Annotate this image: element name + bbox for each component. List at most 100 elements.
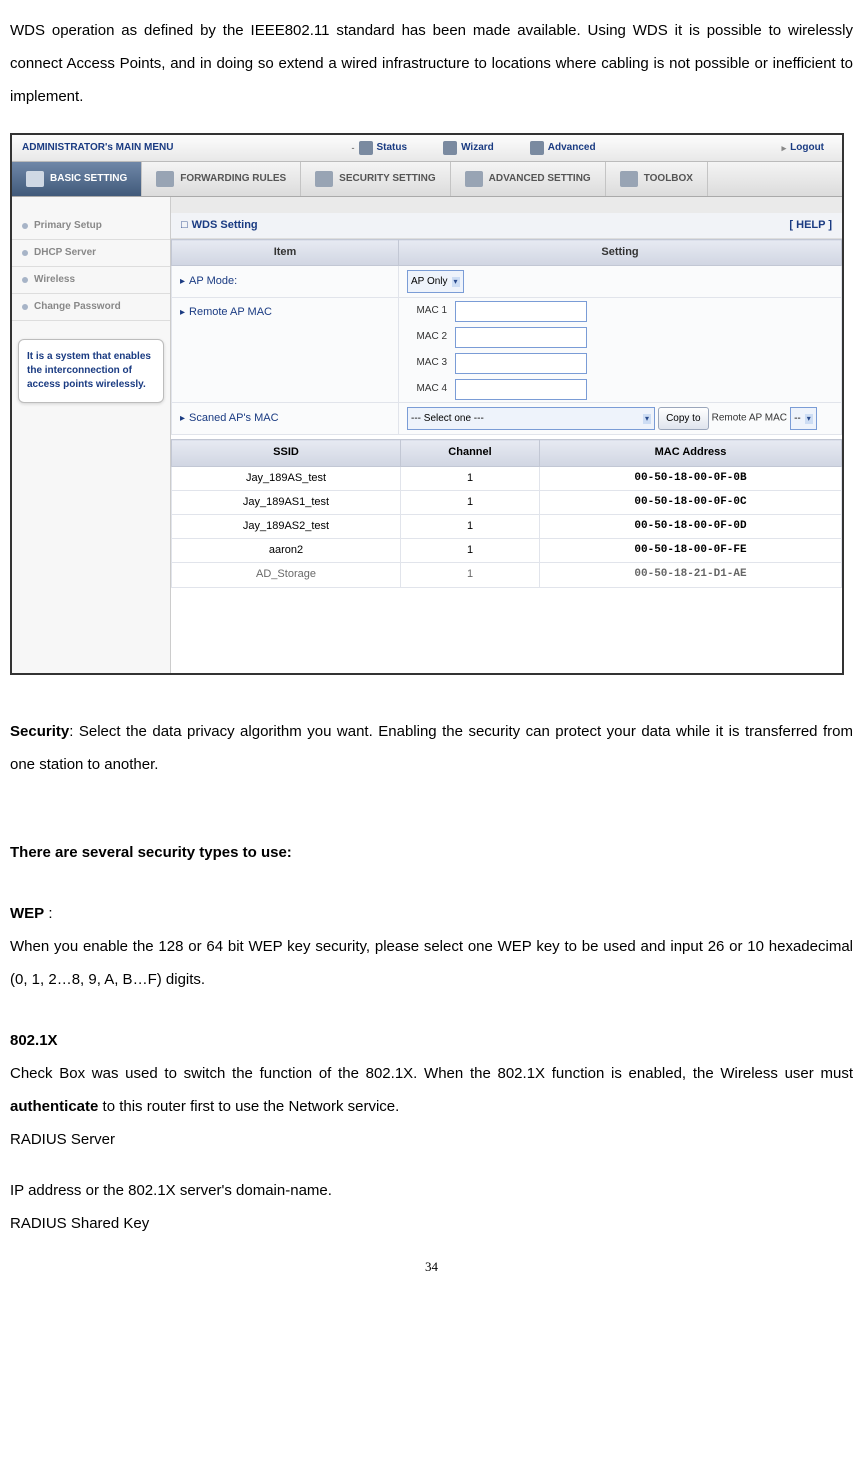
nav-forwarding-rules-label: FORWARDING RULES: [180, 173, 286, 185]
col-ssid: SSID: [172, 440, 401, 466]
table-row: Jay_189AS1_test100-50-18-00-0F-0C: [172, 490, 842, 514]
wep-body: When you enable the 128 or 64 bit WEP ke…: [10, 930, 853, 996]
cell-mac: 00-50-18-21-D1-AE: [540, 563, 842, 587]
intro-paragraph: WDS operation as defined by the IEEE802.…: [10, 14, 853, 113]
radius-shared-key-line: RADIUS Shared Key: [10, 1207, 853, 1240]
forwarding-icon: [156, 171, 174, 187]
security-head: Security: [10, 723, 69, 740]
nav-basic-setting-label: BASIC SETTING: [50, 173, 127, 185]
copy-to-button[interactable]: Copy to: [658, 407, 708, 430]
mac1-input[interactable]: [455, 301, 587, 322]
security-icon: [315, 171, 333, 187]
sidebar-item-dhcp-server[interactable]: DHCP Server: [12, 240, 170, 267]
8021x-body-2: to this router first to use the Network …: [98, 1098, 399, 1115]
mac2-input[interactable]: [455, 327, 587, 348]
nav-advanced-setting-label: ADVANCED SETTING: [489, 173, 591, 185]
authenticate-bold: authenticate: [10, 1098, 98, 1115]
admin-top-menu: ADMINISTRATOR's MAIN MENU -Status Wizard…: [12, 135, 842, 162]
cell-channel: 1: [401, 490, 540, 514]
nav-security-setting-label: SECURITY SETTING: [339, 173, 436, 185]
col-setting: Setting: [399, 240, 842, 266]
cell-channel: 1: [401, 539, 540, 563]
cell-ssid: Jay_189AS2_test: [172, 514, 401, 538]
8021x-body: Check Box was used to switch the functio…: [10, 1057, 853, 1123]
table-row: AD_Storage100-50-18-21-D1-AE: [172, 563, 842, 587]
scanned-ap-label: ▸Scaned AP's MAC: [172, 403, 399, 435]
page-number: 34: [10, 1260, 853, 1273]
remote-ap-mac-index-select[interactable]: -- ▾: [790, 407, 817, 430]
advanced-icon: [530, 141, 544, 155]
col-mac-address: MAC Address: [540, 440, 842, 466]
help-link[interactable]: [ HELP ]: [789, 219, 832, 232]
admin-main-menu-label: ADMINISTRATOR's MAIN MENU: [12, 142, 183, 154]
col-item: Item: [172, 240, 399, 266]
cell-mac: 00-50-18-00-0F-0D: [540, 514, 842, 538]
wizard-icon: [443, 141, 457, 155]
8021x-head: 802.1X: [10, 1024, 853, 1057]
security-paragraph: Security: Select the data privacy algori…: [10, 715, 853, 781]
radius-server-line: RADIUS Server: [10, 1123, 853, 1156]
cell-ssid: aaron2: [172, 539, 401, 563]
col-channel: Channel: [401, 440, 540, 466]
advanced-setting-icon: [465, 171, 483, 187]
scanned-ap-select[interactable]: --- Select one ---▾: [407, 407, 655, 430]
table-row: Jay_189AS2_test100-50-18-00-0F-0D: [172, 514, 842, 538]
panel-title-row: □ WDS Setting [ HELP ]: [171, 213, 842, 239]
topbar-advanced[interactable]: Advanced: [512, 141, 614, 155]
cell-channel: 1: [401, 466, 540, 490]
mac3-input[interactable]: [455, 353, 587, 374]
wep-heading-line: WEP :: [10, 897, 853, 930]
bullet-icon: [22, 223, 28, 229]
settings-table: Item Setting ▸AP Mode: AP Only▾ ▸Remote …: [171, 239, 842, 435]
topbar-status[interactable]: -Status: [334, 141, 426, 155]
topbar-advanced-label: Advanced: [548, 142, 596, 154]
remote-ap-mac-label: ▸Remote AP MAC: [172, 298, 399, 403]
basic-setting-icon: [26, 171, 44, 187]
ip-address-line: IP address or the 802.1X server's domain…: [10, 1174, 853, 1207]
status-icon: [359, 141, 373, 155]
chevron-down-icon: ▾: [452, 277, 460, 287]
8021x-body-1: Check Box was used to switch the functio…: [10, 1065, 853, 1082]
mac1-label: MAC 1: [399, 305, 447, 317]
mac3-label: MAC 3: [399, 357, 447, 369]
nav-advanced-setting[interactable]: ADVANCED SETTING: [451, 162, 606, 196]
sidebar-tip-box: It is a system that enables the intercon…: [18, 339, 164, 403]
sidebar-item-change-password[interactable]: Change Password: [12, 294, 170, 321]
wep-head: WEP: [10, 905, 44, 922]
cell-mac: 00-50-18-00-0F-0B: [540, 466, 842, 490]
nav-security-setting[interactable]: SECURITY SETTING: [301, 162, 451, 196]
topbar-wizard[interactable]: Wizard: [425, 141, 512, 155]
toolbox-icon: [620, 171, 638, 187]
cell-ssid: Jay_189AS1_test: [172, 490, 401, 514]
left-sidebar: Primary Setup DHCP Server Wireless Chang…: [12, 197, 171, 673]
sidebar-item-primary-setup[interactable]: Primary Setup: [12, 213, 170, 240]
cell-mac: 00-50-18-00-0F-0C: [540, 490, 842, 514]
cell-channel: 1: [401, 563, 540, 587]
nav-basic-setting[interactable]: BASIC SETTING: [12, 162, 142, 196]
chevron-down-icon: ▾: [805, 414, 813, 424]
ap-mode-value: AP Only: [411, 276, 448, 288]
topbar-status-label: Status: [377, 142, 408, 154]
scanned-ap-value: --- Select one ---: [411, 413, 484, 425]
ap-mode-select[interactable]: AP Only ▾: [407, 270, 464, 293]
nav-toolbox-label: TOOLBOX: [644, 173, 693, 185]
bullet-icon: [22, 277, 28, 283]
remote-ap-mac-text: Remote AP MAC: [712, 413, 787, 424]
router-admin-screenshot: ADMINISTRATOR's MAIN MENU -Status Wizard…: [10, 133, 844, 675]
table-row: Jay_189AS_test100-50-18-00-0F-0B: [172, 466, 842, 490]
nav-forwarding-rules[interactable]: FORWARDING RULES: [142, 162, 301, 196]
topbar-wizard-label: Wizard: [461, 142, 494, 154]
panel-title: WDS Setting: [192, 219, 258, 232]
mac4-input[interactable]: [455, 379, 587, 400]
topbar-logout[interactable]: ▸Logout: [764, 142, 842, 154]
sidebar-item-label: Primary Setup: [34, 220, 102, 232]
remote-ap-mac-index-value: --: [794, 413, 801, 425]
sidebar-item-wireless[interactable]: Wireless: [12, 267, 170, 294]
bullet-icon: [22, 250, 28, 256]
scanned-ap-list: SSID Channel MAC Address Jay_189AS_test1…: [171, 439, 842, 587]
security-body: : Select the data privacy algorithm you …: [10, 723, 853, 773]
cell-ssid: Jay_189AS_test: [172, 466, 401, 490]
cell-ssid: AD_Storage: [172, 563, 401, 587]
cell-channel: 1: [401, 514, 540, 538]
nav-toolbox[interactable]: TOOLBOX: [606, 162, 708, 196]
